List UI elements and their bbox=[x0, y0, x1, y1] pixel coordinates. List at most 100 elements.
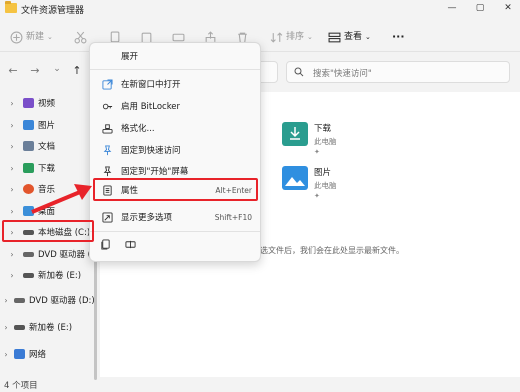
new-button[interactable]: 新建 ⌄ bbox=[10, 29, 53, 45]
up-arrow-icon[interactable]: ↑ bbox=[70, 64, 84, 77]
new-label: 新建 bbox=[26, 32, 45, 42]
sidebar-item-pictures[interactable]: › 图片 bbox=[0, 116, 100, 134]
sidebar-item-new-volume[interactable]: › 新加卷 (E:) bbox=[0, 266, 100, 284]
chevron-right-icon: › bbox=[10, 98, 14, 108]
sidebar-item-downloads[interactable]: › 下载 bbox=[0, 159, 100, 177]
music-icon bbox=[23, 184, 34, 194]
chevron-right-icon: › bbox=[4, 295, 8, 305]
sidebar-item-dvd-drive[interactable]: › DVD 驱动器 (I bbox=[0, 245, 100, 263]
menu-item-expand[interactable]: 展开 bbox=[94, 46, 258, 66]
sidebar-item-videos[interactable]: › 视频 bbox=[0, 94, 100, 112]
title-bar: 文件资源管理器 — ▢ ✕ bbox=[0, 0, 520, 18]
sidebar-item-label: 网络 bbox=[29, 350, 47, 360]
pin-icon: ✦ bbox=[314, 148, 320, 156]
sidebar-item-label: 视频 bbox=[38, 99, 56, 109]
sidebar-item-label: 新加卷 (E:) bbox=[38, 271, 82, 281]
menu-divider bbox=[90, 69, 260, 70]
chevron-right-icon: › bbox=[10, 163, 14, 173]
close-button[interactable]: ✕ bbox=[500, 2, 516, 15]
scissors-icon bbox=[74, 31, 87, 43]
menu-item-pin-quick-access[interactable]: 固定到快速访问 bbox=[94, 140, 258, 160]
sidebar-item-desktop[interactable]: › 桌面 bbox=[0, 202, 100, 220]
menu-item-bitlocker[interactable]: 启用 BitLocker bbox=[94, 96, 258, 116]
menu-item-label: 在新窗口中打开 bbox=[121, 80, 181, 90]
menu-item-label: 固定到快速访问 bbox=[121, 146, 181, 156]
rename-icon[interactable] bbox=[125, 239, 136, 250]
chevron-right-icon: › bbox=[10, 270, 14, 280]
download-icon bbox=[23, 163, 34, 173]
maximize-button[interactable]: ▢ bbox=[472, 2, 488, 15]
item-count: 4 个项目 bbox=[4, 381, 38, 391]
menu-item-open-new-window[interactable]: 在新窗口中打开 bbox=[94, 74, 258, 94]
sort-button[interactable]: 排序 ⌄ bbox=[270, 29, 313, 45]
view-button[interactable]: 查看 ⌄ bbox=[328, 29, 371, 45]
search-icon bbox=[294, 67, 304, 77]
search-placeholder: 搜索"快速访问" bbox=[313, 69, 372, 79]
chevron-right-icon: › bbox=[10, 120, 14, 130]
highlight-properties bbox=[93, 178, 258, 201]
menu-item-label: 固定到"开始"屏幕 bbox=[121, 167, 189, 177]
chevron-right-icon: › bbox=[10, 206, 14, 216]
quick-access-item-pictures[interactable]: 图片 此电脑 ✦ bbox=[282, 166, 337, 200]
chevron-down-icon: ⌄ bbox=[307, 33, 313, 41]
sort-label: 排序 bbox=[286, 32, 305, 42]
chevron-right-icon: › bbox=[10, 184, 14, 194]
window-title: 文件资源管理器 bbox=[21, 6, 85, 16]
item-location: 此电脑 bbox=[314, 181, 337, 190]
sidebar-item-dvd-drive-d[interactable]: › DVD 驱动器 (D:) bbox=[0, 291, 100, 309]
pin-icon bbox=[99, 142, 115, 158]
sidebar-item-documents[interactable]: › 文档 bbox=[0, 137, 100, 155]
desktop-icon bbox=[23, 206, 34, 216]
sidebar-item-label: 桌面 bbox=[38, 207, 56, 217]
context-menu: 展开 在新窗口中打开 启用 BitLocker 格式化... 固定到快速访问 固… bbox=[89, 42, 261, 262]
sidebar-item-label: 新加卷 (E:) bbox=[29, 323, 73, 333]
forward-arrow-icon[interactable]: → bbox=[28, 64, 42, 77]
sort-icon bbox=[270, 31, 283, 43]
view-label: 查看 bbox=[344, 32, 363, 42]
drive-icon bbox=[23, 272, 34, 278]
recent-files-empty-message: 选文件后，我们会在此处显示最新文件。 bbox=[260, 246, 404, 255]
menu-divider bbox=[90, 231, 260, 232]
format-drive-icon bbox=[99, 120, 115, 136]
chevron-right-icon: › bbox=[4, 322, 8, 332]
menu-quick-actions bbox=[100, 239, 136, 250]
picture-icon bbox=[23, 120, 34, 130]
cut-button[interactable] bbox=[74, 29, 87, 45]
item-location: 此电脑 bbox=[314, 137, 337, 146]
dvd-drive-icon bbox=[23, 251, 34, 257]
pin-icon bbox=[99, 163, 115, 179]
dvd-drive-icon bbox=[14, 297, 25, 303]
key-icon bbox=[99, 98, 115, 114]
sidebar-item-label: 图片 bbox=[38, 121, 56, 131]
download-folder-icon bbox=[282, 122, 308, 146]
more-button[interactable]: ··· bbox=[392, 29, 405, 45]
menu-item-label: 启用 BitLocker bbox=[121, 102, 181, 112]
item-name: 图片 bbox=[314, 168, 332, 178]
sidebar-item-new-volume-e[interactable]: › 新加卷 (E:) bbox=[0, 318, 100, 336]
chevron-right-icon: › bbox=[4, 349, 8, 359]
quick-access-item-downloads[interactable]: 下载 此电脑 ✦ bbox=[282, 122, 337, 156]
highlight-local-disk bbox=[2, 220, 94, 242]
pin-icon: ✦ bbox=[314, 192, 320, 200]
menu-item-label: 格式化... bbox=[121, 124, 155, 134]
sidebar-item-network[interactable]: › 网络 bbox=[0, 345, 100, 363]
copy-icon[interactable] bbox=[100, 239, 111, 250]
chevron-down-icon[interactable]: ⌄ bbox=[50, 64, 64, 74]
more-options-icon bbox=[99, 209, 115, 225]
menu-item-more-options[interactable]: 显示更多选项 Shift+F10 bbox=[94, 207, 258, 227]
sidebar-item-label: 音乐 bbox=[38, 185, 56, 195]
document-icon bbox=[23, 141, 34, 151]
menu-item-label: 显示更多选项 bbox=[121, 213, 173, 223]
menu-item-format[interactable]: 格式化... bbox=[94, 118, 258, 138]
sidebar-item-label: 下载 bbox=[38, 164, 56, 174]
chevron-right-icon: › bbox=[10, 141, 14, 151]
sidebar-item-music[interactable]: › 音乐 bbox=[0, 180, 100, 198]
item-name: 下载 bbox=[314, 124, 332, 134]
sidebar-item-label: 文档 bbox=[38, 142, 56, 152]
sidebar-item-label: DVD 驱动器 (I bbox=[38, 250, 94, 260]
view-icon bbox=[328, 32, 341, 42]
picture-folder-icon bbox=[282, 166, 308, 190]
back-arrow-icon[interactable]: ← bbox=[6, 64, 20, 77]
search-input[interactable]: 搜索"快速访问" bbox=[286, 61, 510, 83]
minimize-button[interactable]: — bbox=[444, 2, 460, 15]
